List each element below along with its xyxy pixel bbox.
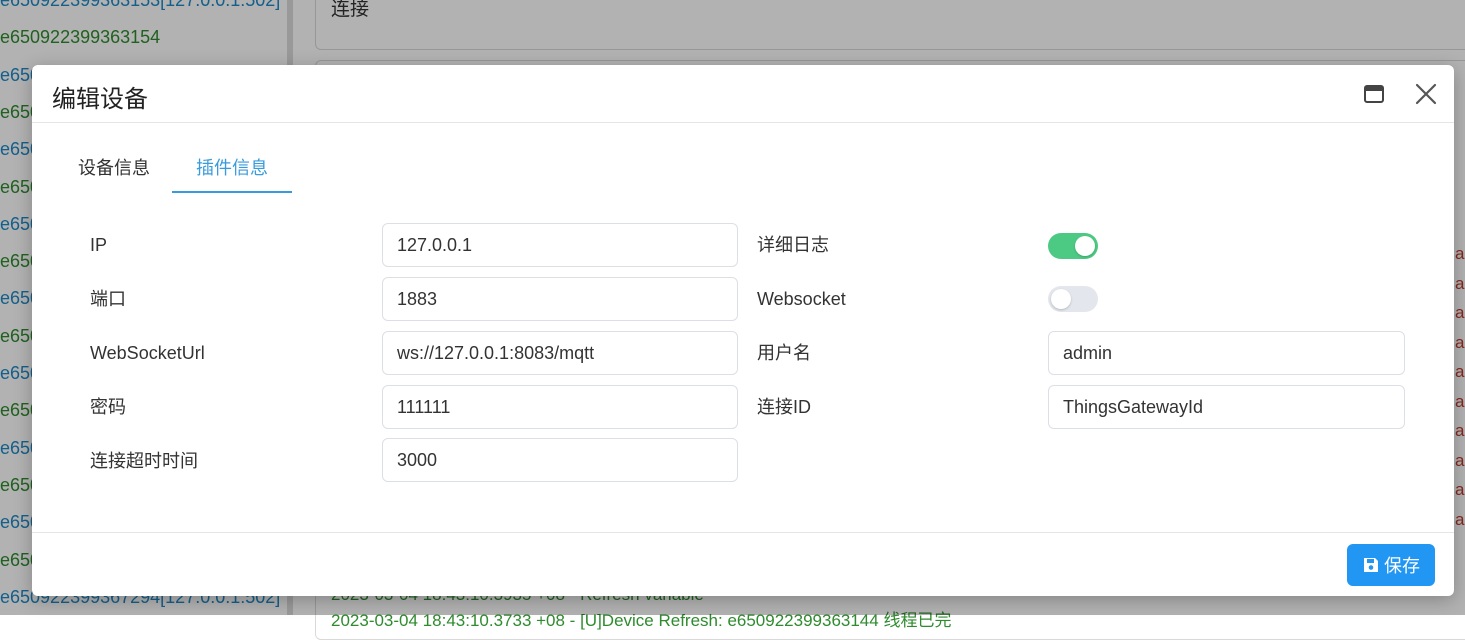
ip-label: IP — [90, 235, 108, 255]
toggle-knob — [1051, 289, 1071, 309]
websocket-label: Websocket — [757, 289, 846, 309]
websocket-url-label: WebSocketUrl — [90, 343, 205, 363]
dialog-footer: 保存 — [32, 532, 1454, 596]
tab-plugin-info[interactable]: 插件信息 — [172, 145, 292, 193]
close-icon[interactable] — [1414, 82, 1438, 106]
password-input[interactable]: 111111 — [382, 385, 738, 429]
toggle-knob — [1075, 236, 1095, 256]
username-label: 用户名 — [757, 343, 811, 363]
tab-bar: 设备信息 插件信息 — [56, 145, 456, 193]
ip-input[interactable]: 127.0.0.1 — [382, 223, 738, 267]
password-label: 密码 — [90, 397, 126, 417]
save-icon — [1364, 558, 1378, 572]
websocket-url-input[interactable]: ws://127.0.0.1:8083/mqtt — [382, 331, 738, 375]
client-id-input[interactable]: ThingsGatewayId — [1048, 385, 1405, 429]
dialog-header: 编辑设备 — [32, 65, 1454, 123]
port-label: 端口 — [90, 289, 126, 309]
client-id-label: 连接ID — [757, 397, 811, 417]
dialog-title: 编辑设备 — [52, 86, 148, 113]
connect-timeout-label: 连接超时时间 — [90, 451, 198, 471]
save-button[interactable]: 保存 — [1347, 544, 1435, 586]
edit-device-dialog: 编辑设备 设备信息 插件信息 IP 127.0.0.1 端口 1883 WebS… — [32, 65, 1454, 596]
tab-device-info[interactable]: 设备信息 — [56, 145, 172, 193]
username-input[interactable]: admin — [1048, 331, 1405, 375]
verbose-log-label: 详细日志 — [757, 235, 829, 255]
save-button-label: 保存 — [1384, 556, 1420, 576]
websocket-toggle[interactable] — [1048, 286, 1098, 312]
verbose-log-toggle[interactable] — [1048, 233, 1098, 259]
maximize-icon[interactable] — [1364, 85, 1384, 103]
port-input[interactable]: 1883 — [382, 277, 738, 321]
connect-timeout-input[interactable]: 3000 — [382, 438, 738, 482]
